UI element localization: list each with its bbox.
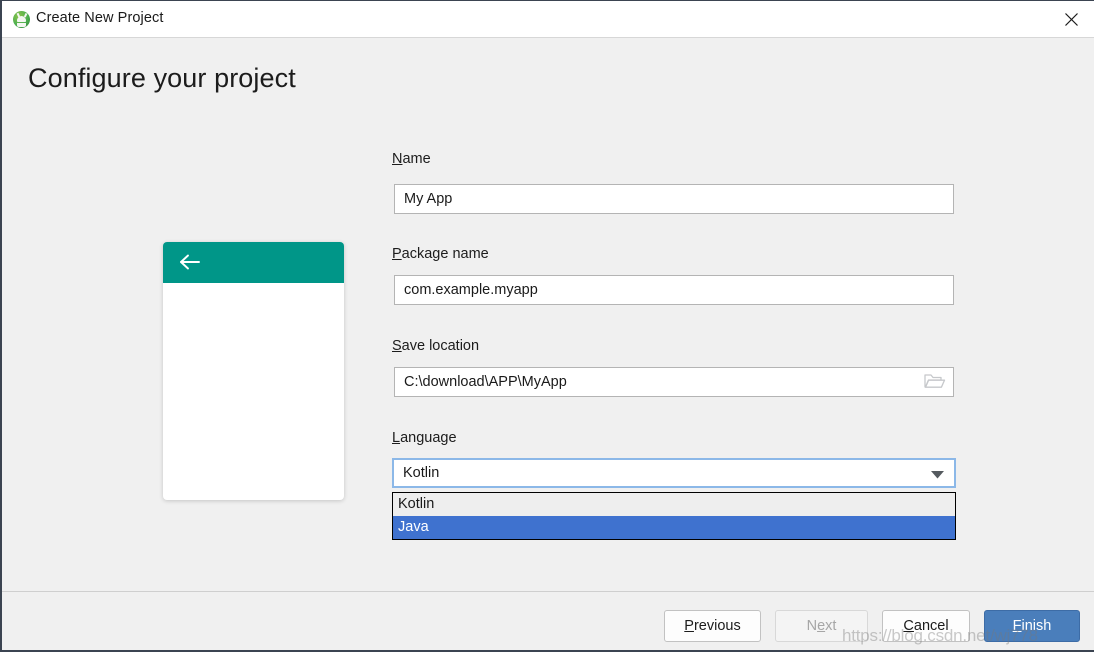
finish-button-mnemonic: F xyxy=(1012,618,1022,634)
name-label-rest: ame xyxy=(402,151,431,167)
language-label-rest: anguage xyxy=(400,430,457,446)
phone-mockup xyxy=(163,242,344,500)
language-label: Language xyxy=(392,430,457,446)
language-option-label: Kotlin xyxy=(398,496,435,512)
finish-button-rest: inish xyxy=(1021,618,1052,634)
create-new-project-dialog: Create New Project Configure your projec… xyxy=(0,0,1094,652)
folder-icon[interactable] xyxy=(924,372,948,392)
previous-button-mnemonic: P xyxy=(684,618,694,634)
chevron-down-icon xyxy=(931,471,944,479)
finish-button[interactable]: Finish xyxy=(984,610,1080,642)
language-dropdown[interactable]: Kotlin xyxy=(392,458,956,488)
save-location-input[interactable] xyxy=(394,367,954,397)
android-studio-icon xyxy=(13,11,30,28)
save-location-label-rest: ave location xyxy=(401,338,480,354)
phone-preview xyxy=(163,242,344,500)
package-name-label: Package name xyxy=(392,246,489,262)
package-name-label-rest: ackage name xyxy=(401,246,489,262)
language-selected-value: Kotlin xyxy=(403,465,440,481)
window-title: Create New Project xyxy=(36,10,164,26)
language-option-kotlin[interactable]: Kotlin xyxy=(393,493,955,516)
cancel-button-mnemonic: C xyxy=(903,618,914,634)
package-name-input[interactable] xyxy=(394,275,954,305)
scrollbar-track[interactable] xyxy=(1052,121,1067,576)
package-name-label-mnemonic: P xyxy=(392,246,402,262)
name-label: Name xyxy=(392,151,431,167)
next-button-rest: xt xyxy=(825,618,837,634)
cancel-button-rest: ancel xyxy=(913,618,949,634)
close-icon[interactable] xyxy=(1048,1,1094,37)
back-arrow-icon xyxy=(180,254,200,270)
page-title: Configure your project xyxy=(28,63,296,93)
previous-button[interactable]: Previous xyxy=(664,610,761,642)
next-button[interactable]: Next xyxy=(775,610,868,642)
next-button-pre: N xyxy=(806,618,818,634)
language-option-java[interactable]: Java xyxy=(393,516,955,539)
save-location-label-mnemonic: S xyxy=(392,338,402,354)
cancel-button[interactable]: Cancel xyxy=(882,610,970,642)
language-label-mnemonic: L xyxy=(392,430,401,446)
title-bar: Create New Project xyxy=(2,1,1094,38)
footer-divider xyxy=(2,591,1094,592)
language-dropdown-list[interactable]: Kotlin Java xyxy=(392,492,956,540)
name-label-mnemonic: N xyxy=(392,151,403,167)
save-location-label: Save location xyxy=(392,338,479,354)
phone-toolbar xyxy=(163,242,344,283)
language-option-label: Java xyxy=(398,519,429,535)
name-input[interactable] xyxy=(394,184,954,214)
previous-button-rest: revious xyxy=(693,618,741,634)
next-button-mnemonic: e xyxy=(817,618,826,634)
